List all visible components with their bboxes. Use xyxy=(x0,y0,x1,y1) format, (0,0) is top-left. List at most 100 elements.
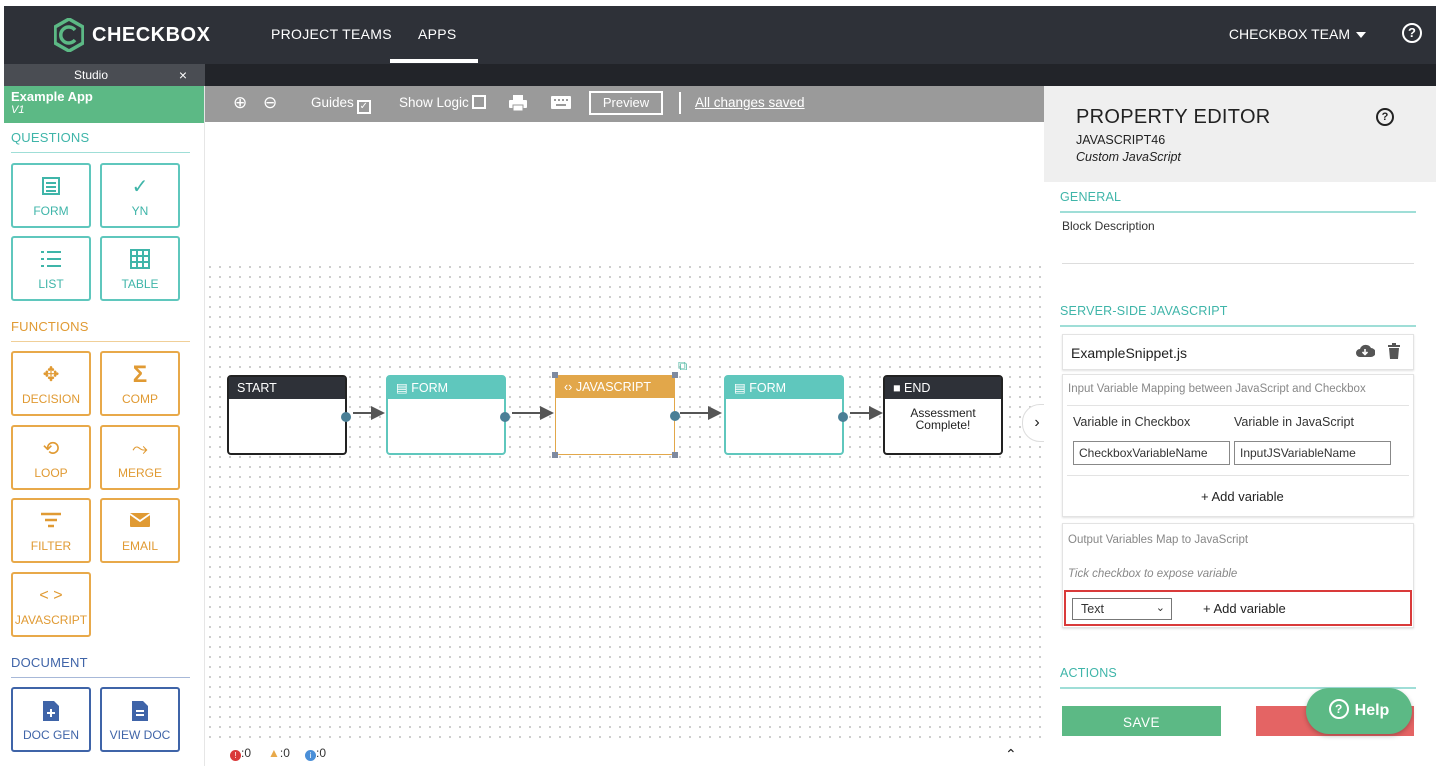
zoom-out-icon[interactable]: ⊖ xyxy=(263,93,277,113)
arrow-head-icon xyxy=(869,406,883,420)
node-javascript-title: JAVASCRIPT xyxy=(575,380,652,394)
palette-javascript[interactable]: < > JAVASCRIPT xyxy=(11,572,91,637)
tab-studio[interactable]: Studio × xyxy=(4,64,205,86)
info-count-value: :0 xyxy=(316,746,327,760)
guides-toggle[interactable]: Guides ✓ xyxy=(311,95,371,114)
selection-handle[interactable] xyxy=(552,372,558,378)
duplicate-icon[interactable]: ⧉ xyxy=(678,358,687,374)
trash-icon[interactable] xyxy=(1387,343,1401,363)
palette-yn[interactable]: ✓ YN xyxy=(100,163,180,228)
add-input-variable-button[interactable]: + Add variable xyxy=(1201,489,1284,504)
node-start[interactable]: START xyxy=(227,375,351,455)
save-status-link[interactable]: All changes saved xyxy=(695,95,805,110)
close-icon[interactable]: × xyxy=(179,64,187,86)
output-hint: Tick checkbox to expose variable xyxy=(1068,568,1238,580)
block-description-label: Block Description xyxy=(1062,219,1155,233)
zoom-in-icon[interactable]: ⊕ xyxy=(233,93,247,113)
block-palette-sidebar: Example App V1 QUESTIONS FORM ✓ YN LIST … xyxy=(4,86,205,766)
cloud-download-icon[interactable] xyxy=(1355,343,1376,362)
palette-doc-gen[interactable]: DOC GEN xyxy=(11,687,91,752)
highlighted-output-row: Text ⌄ + Add variable xyxy=(1064,590,1412,626)
node-form-2-title: FORM xyxy=(749,381,787,395)
help-icon[interactable]: ? xyxy=(1376,108,1394,126)
loop-icon: ⟲ xyxy=(42,438,60,460)
input-mapping-title: Input Variable Mapping between JavaScrip… xyxy=(1068,383,1366,395)
palette-form-label: FORM xyxy=(33,204,69,218)
chevron-right-icon: › xyxy=(1034,414,1040,431)
form-icon: ▤ xyxy=(734,381,750,395)
palette-loop-label: LOOP xyxy=(34,466,68,480)
section-document-title: DOCUMENT xyxy=(11,655,88,670)
team-dropdown[interactable]: CHECKBOX TEAM xyxy=(1229,26,1366,42)
node-form-1[interactable]: ▤ FORM xyxy=(386,375,510,455)
nav-apps[interactable]: APPS xyxy=(418,26,457,42)
warning-count[interactable]: ▲:0 xyxy=(268,746,290,760)
info-count[interactable]: i:0 xyxy=(305,746,326,761)
node-end-header: ■ END xyxy=(885,377,1001,399)
checked-checkbox-icon: ✓ xyxy=(356,100,371,114)
palette-table[interactable]: TABLE xyxy=(100,236,180,301)
palette-merge-label: MERGE xyxy=(117,466,162,480)
palette-list[interactable]: LIST xyxy=(11,236,91,301)
section-general-title: GENERAL xyxy=(1060,190,1122,204)
preview-button[interactable]: Preview xyxy=(589,91,663,115)
add-output-variable-button[interactable]: + Add variable xyxy=(1203,601,1286,616)
brand-logo[interactable]: CHECKBOX xyxy=(54,18,210,52)
file-text-icon xyxy=(102,700,178,722)
code-brackets-icon: < > xyxy=(39,587,63,604)
output-mapping-title: Output Variables Map to JavaScript xyxy=(1068,534,1249,546)
envelope-icon xyxy=(102,511,178,533)
nav-project-teams[interactable]: PROJECT TEAMS xyxy=(271,26,392,42)
divider xyxy=(1067,475,1409,476)
palette-loop[interactable]: ⟲ LOOP xyxy=(11,425,91,490)
save-button[interactable]: SAVE xyxy=(1062,706,1221,736)
error-count[interactable]: !:0 xyxy=(230,746,251,761)
selection-handle[interactable] xyxy=(672,452,678,458)
property-editor-panel: PROPERTY EDITOR ? JAVASCRIPT46 Custom Ja… xyxy=(1044,86,1436,766)
show-logic-toggle[interactable]: Show Logic xyxy=(399,95,486,110)
divider xyxy=(1067,405,1409,406)
js-variable-input[interactable]: InputJSVariableName xyxy=(1234,441,1391,465)
node-form-2[interactable]: ▤ FORM xyxy=(724,375,848,455)
app-header: Example App V1 xyxy=(4,86,204,123)
palette-email[interactable]: EMAIL xyxy=(100,498,180,563)
palette-decision-label: DECISION xyxy=(21,392,80,406)
node-output-port[interactable] xyxy=(500,412,510,422)
app-window: CHECKBOX PROJECT TEAMS APPS CHECKBOX TEA… xyxy=(4,6,1436,766)
error-icon: ! xyxy=(230,750,241,761)
chevron-up-icon[interactable]: ⌃ xyxy=(1005,746,1017,763)
palette-decision[interactable]: ✥ DECISION xyxy=(11,351,91,416)
block-description-input[interactable] xyxy=(1062,263,1414,264)
palette-view-doc[interactable]: VIEW DOC xyxy=(100,687,180,752)
property-editor-title: PROPERTY EDITOR xyxy=(1076,106,1271,128)
brand-name: CHECKBOX xyxy=(92,23,211,46)
palette-filter[interactable]: FILTER xyxy=(11,498,91,563)
node-form-2-header: ▤ FORM xyxy=(726,377,842,399)
node-output-port[interactable] xyxy=(838,412,848,422)
node-output-port[interactable] xyxy=(341,412,351,422)
block-type: Custom JavaScript xyxy=(1076,150,1181,164)
palette-form[interactable]: FORM xyxy=(11,163,91,228)
chevron-down-icon: ⌄ xyxy=(1155,602,1165,614)
checkmark-icon: ✓ xyxy=(131,176,149,198)
help-chat-button[interactable]: ? Help xyxy=(1306,688,1412,734)
flow-canvas[interactable]: START ▤ FORM ‹› JAVASCRIPT ⧉ ▤ FORM ■ EN… xyxy=(205,122,1044,742)
snippet-file[interactable]: ExampleSnippet.js xyxy=(1062,334,1414,370)
help-icon[interactable]: ? xyxy=(1402,23,1422,43)
palette-comp[interactable]: Σ COMP xyxy=(100,351,180,416)
palette-merge[interactable]: ⤳ MERGE xyxy=(100,425,180,490)
guides-label: Guides xyxy=(311,95,354,110)
keyboard-icon[interactable] xyxy=(550,95,572,113)
node-javascript[interactable]: ‹› JAVASCRIPT xyxy=(552,372,680,458)
variable-type-select[interactable]: Text ⌄ xyxy=(1072,598,1172,620)
palette-yn-label: YN xyxy=(131,204,149,218)
node-end[interactable]: ■ END Assessment Complete! xyxy=(883,375,1003,455)
printer-icon[interactable] xyxy=(508,94,528,115)
node-output-port[interactable] xyxy=(670,411,680,421)
col-checkbox-label: Variable in Checkbox xyxy=(1073,415,1191,429)
section-divider xyxy=(1060,211,1416,213)
property-editor-header: PROPERTY EDITOR ? JAVASCRIPT46 Custom Ja… xyxy=(1044,86,1436,182)
checkbox-variable-input[interactable]: CheckboxVariableName xyxy=(1073,441,1230,465)
col-js-label: Variable in JavaScript xyxy=(1234,415,1354,429)
selection-handle[interactable] xyxy=(552,452,558,458)
